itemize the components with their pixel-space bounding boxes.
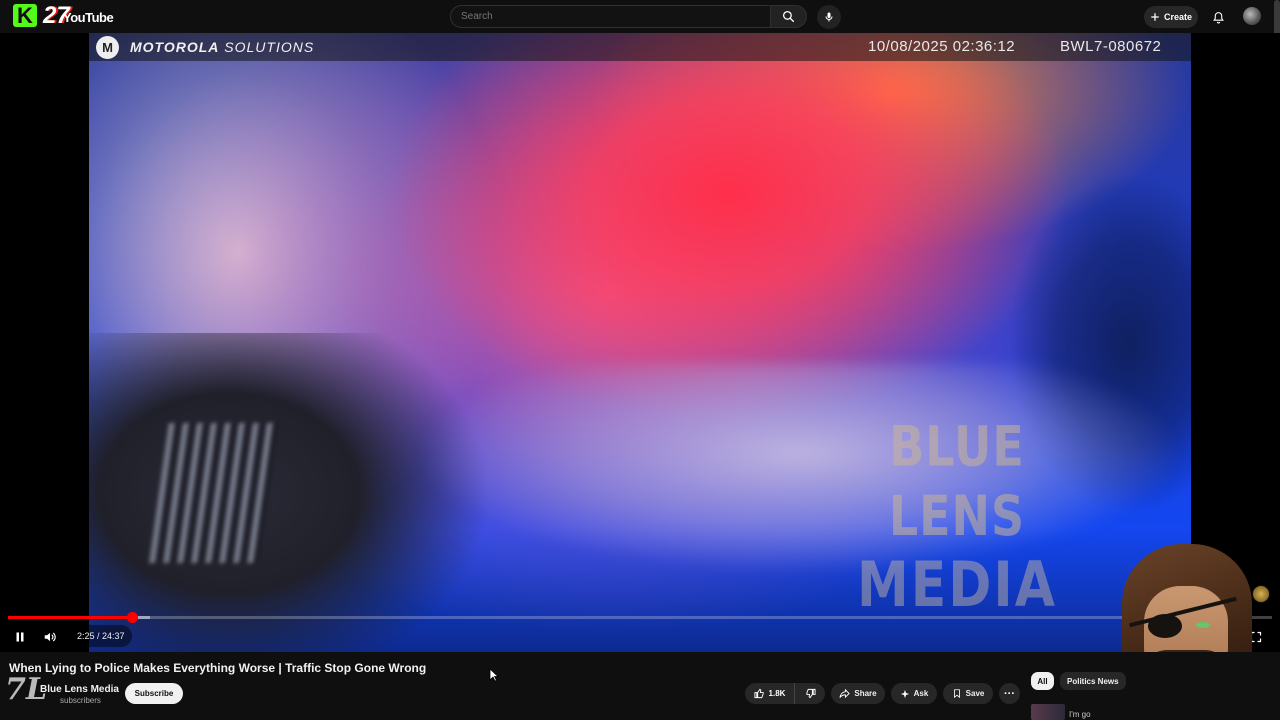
channel-name[interactable]: Blue Lens Media — [40, 684, 119, 695]
channel-watermark: BLUE LENS MEDIA — [847, 412, 1067, 621]
video-info: When Lying to Police Makes Everything Wo… — [0, 652, 1280, 720]
share-icon — [839, 688, 851, 699]
bell-icon — [1212, 11, 1224, 23]
recommended-title-snippet[interactable]: I'm go — [1069, 710, 1091, 719]
bookmark-icon — [953, 689, 960, 699]
progress-scrubber-handle[interactable] — [126, 612, 138, 623]
bodycam-brand-bold: MOTOROLA — [130, 39, 220, 55]
save-button[interactable]: Save — [943, 683, 993, 704]
mouse-cursor-icon — [489, 668, 499, 682]
bodycam-id: BWL7-080672 — [1060, 38, 1162, 55]
volume-icon — [44, 632, 56, 642]
search-input[interactable] — [451, 6, 770, 27]
dislike-button[interactable] — [796, 683, 825, 704]
kick-logo[interactable]: K — [13, 4, 37, 27]
chip-politics-news[interactable]: Politics News — [1060, 672, 1126, 690]
save-label: Save — [965, 689, 985, 698]
time-display: 2:25 / 24:37 — [70, 625, 132, 647]
watermark-line2: MEDIA — [856, 549, 1058, 622]
recommended-thumbnail[interactable] — [1031, 704, 1065, 720]
watermark-line1: BLUE LENS — [888, 414, 1026, 549]
progress-played — [8, 616, 132, 619]
share-button[interactable]: Share — [831, 683, 885, 704]
like-count: 1.8K — [768, 689, 786, 698]
ask-label: Ask — [913, 689, 929, 698]
notifications-button[interactable] — [1207, 6, 1229, 28]
youtube-logo[interactable]: YouTube — [63, 10, 114, 25]
share-label: Share — [854, 689, 877, 698]
subscriber-count: subscribers — [60, 696, 101, 705]
avatar-eye — [1196, 622, 1210, 628]
progress-bar[interactable] — [8, 612, 1272, 623]
bodycam-timestamp: 10/08/2025 02:36:12 — [868, 38, 1016, 55]
bodycam-overlay-bar: M MOTOROLA SOLUTIONS 10/08/2025 02:36:12… — [89, 33, 1191, 61]
avatar-eyepatch — [1148, 614, 1182, 638]
bodycam-brand: MOTOROLA SOLUTIONS — [130, 39, 314, 55]
pause-icon — [16, 632, 24, 642]
voice-search-button[interactable] — [817, 5, 841, 29]
video-title: When Lying to Police Makes Everything Wo… — [9, 661, 427, 675]
search-button[interactable] — [771, 5, 807, 28]
mute-button[interactable] — [41, 628, 59, 646]
streamer-badge-icon — [1252, 585, 1270, 603]
mic-icon — [825, 12, 833, 22]
search-box[interactable] — [450, 5, 771, 28]
create-button[interactable]: Create — [1144, 6, 1198, 28]
pause-button[interactable] — [11, 628, 29, 646]
sparkle-icon — [900, 689, 909, 698]
ask-button[interactable]: Ask — [891, 683, 937, 704]
bodycam-brand-rest: SOLUTIONS — [224, 39, 315, 55]
chip-all[interactable]: All — [1031, 672, 1054, 690]
account-avatar[interactable] — [1243, 7, 1261, 25]
thumbs-down-icon — [806, 688, 816, 699]
motorola-logo-icon: M — [96, 36, 119, 59]
more-actions-button[interactable]: ··· — [999, 683, 1020, 704]
plus-icon — [1151, 13, 1159, 21]
like-dislike-group: 1.8K — [745, 683, 825, 704]
thumbs-up-icon — [754, 688, 764, 699]
like-button[interactable]: 1.8K — [745, 683, 795, 704]
top-bar: K 27 YouTube Create — [0, 0, 1280, 33]
search-icon — [782, 10, 795, 23]
video-player[interactable]: M MOTOROLA SOLUTIONS 10/08/2025 02:36:12… — [0, 33, 1280, 652]
flashlight-grip — [149, 423, 279, 563]
create-label: Create — [1163, 12, 1192, 22]
video-frame[interactable]: M MOTOROLA SOLUTIONS 10/08/2025 02:36:12… — [89, 33, 1191, 652]
subscribe-button[interactable]: Subscribe — [125, 683, 183, 704]
